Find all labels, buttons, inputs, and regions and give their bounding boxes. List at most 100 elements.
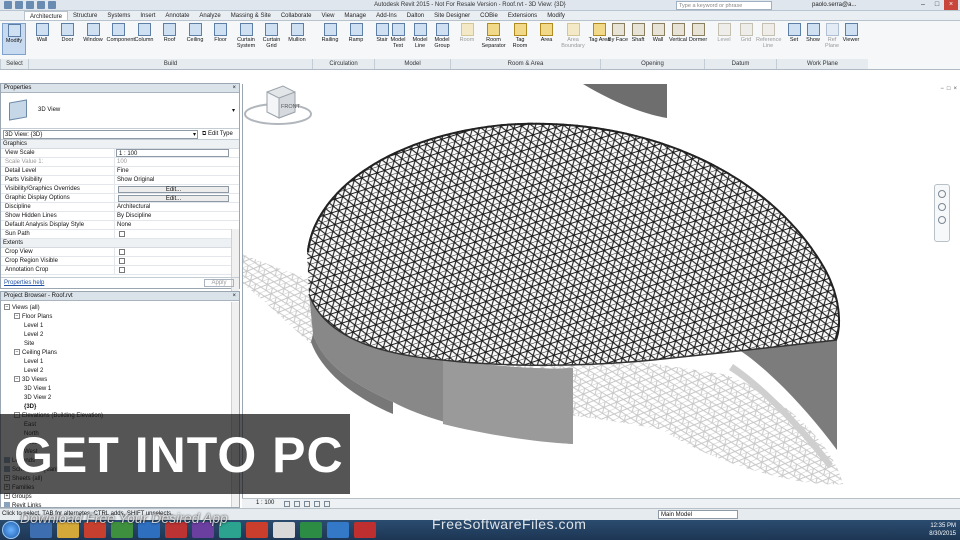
close-icon[interactable]: × <box>232 85 236 91</box>
ribbon-panel-label[interactable]: Work Plane <box>776 59 868 69</box>
browser-node[interactable]: + Groups <box>4 493 32 501</box>
property-value[interactable]: 1 : 100 <box>116 149 229 157</box>
system-tray[interactable]: 12:35 PM 8/30/2015 <box>929 522 956 538</box>
zoom-icon[interactable] <box>938 203 946 211</box>
room-button[interactable]: Room <box>455 23 479 55</box>
ramp-button[interactable]: Ramp <box>344 23 368 55</box>
type-selector[interactable]: 3D View ▾ <box>1 93 239 129</box>
property-row[interactable]: Sun Path <box>1 230 239 239</box>
browser-node[interactable]: 3D View 2 <box>24 394 51 402</box>
detail-level-icon[interactable] <box>284 501 290 507</box>
tab-manage[interactable]: Manage <box>339 11 371 20</box>
tab-view[interactable]: View <box>317 11 340 20</box>
room-separator-button[interactable]: Room Separator <box>482 23 506 55</box>
tag-room-button[interactable]: Tag Room <box>508 23 532 55</box>
property-row[interactable]: Scale Value 1: 100 <box>1 158 239 167</box>
properties-help-link[interactable]: Properties help <box>4 278 44 288</box>
tab-systems[interactable]: Systems <box>102 11 135 20</box>
navigation-bar[interactable] <box>934 184 950 242</box>
property-checkbox[interactable] <box>119 249 125 255</box>
property-value[interactable]: Show Original <box>115 176 239 184</box>
property-value[interactable]: Architectural <box>115 203 239 211</box>
tab-massing-site[interactable]: Massing & Site <box>226 11 276 20</box>
property-value[interactable] <box>115 248 239 256</box>
tab-insert[interactable]: Insert <box>135 11 160 20</box>
ceiling-button[interactable]: Ceiling <box>183 23 207 55</box>
edit-button[interactable]: Edit... <box>118 186 229 193</box>
model-line-button[interactable]: Model Line <box>408 23 432 55</box>
browser-node[interactable]: − Ceiling Plans <box>14 349 57 357</box>
collapse-icon[interactable]: − <box>4 304 10 311</box>
component-button[interactable]: Component <box>107 23 135 55</box>
browser-node[interactable]: Level 1 <box>24 322 43 330</box>
tab-annotate[interactable]: Annotate <box>160 11 194 20</box>
railing-button[interactable]: Railing <box>318 23 342 55</box>
property-value[interactable]: Edit... <box>115 185 239 193</box>
save-icon[interactable] <box>26 1 34 9</box>
revit-logo-icon[interactable] <box>4 1 12 9</box>
browser-node[interactable]: −3D Views <box>14 376 47 384</box>
reference-line-button[interactable]: Reference Line <box>756 23 781 55</box>
sun-path-checkbox[interactable] <box>119 231 125 237</box>
mullion-button[interactable]: Mullion <box>285 23 309 55</box>
tab-analyze[interactable]: Analyze <box>194 11 225 20</box>
property-value[interactable]: Fine <box>115 167 239 175</box>
property-value[interactable] <box>115 257 239 265</box>
door-button[interactable]: Door <box>56 23 80 55</box>
undo-icon[interactable] <box>37 1 45 9</box>
steering-wheel-icon[interactable] <box>938 190 946 198</box>
taskbar-app-icon[interactable] <box>327 522 349 538</box>
column-button[interactable]: Column <box>132 23 156 55</box>
window-button[interactable]: Window <box>81 23 105 55</box>
taskbar-app-icon[interactable] <box>246 522 268 538</box>
model-text-button[interactable]: Model Text <box>386 23 410 55</box>
curtain-grid-button[interactable]: Curtain Grid <box>260 23 284 55</box>
edit-button[interactable]: Edit... <box>118 195 229 202</box>
roof-model-3d[interactable] <box>243 84 960 508</box>
property-value[interactable]: Edit... <box>115 194 239 202</box>
maximize-button[interactable]: □ <box>930 0 944 10</box>
taskbar-app-icon[interactable] <box>300 522 322 538</box>
chevron-down-icon[interactable]: ▾ <box>232 107 235 114</box>
crop-view-icon[interactable] <box>324 501 330 507</box>
view-minimize-button[interactable]: − <box>940 86 944 92</box>
tab-add-ins[interactable]: Add-Ins <box>371 11 402 20</box>
browser-node[interactable]: Level 1 <box>24 358 43 366</box>
roof-button[interactable]: Roof <box>158 23 182 55</box>
active-model-selector[interactable]: Main Model <box>658 510 738 519</box>
dormer-button[interactable]: Dormer <box>686 23 710 55</box>
tab-structure[interactable]: Structure <box>68 11 102 20</box>
browser-node[interactable]: Level 2 <box>24 331 43 339</box>
grid-button[interactable]: Grid <box>734 23 758 55</box>
property-row[interactable]: Crop Region Visible <box>1 257 239 266</box>
browser-node[interactable]: {3D} <box>24 403 36 411</box>
view-restore-button[interactable]: □ <box>947 86 951 92</box>
ribbon-panel-label[interactable]: Circulation <box>312 59 374 69</box>
browser-node[interactable]: Site <box>24 340 34 348</box>
wall-button[interactable]: Wall <box>30 23 54 55</box>
expand-icon[interactable]: + <box>4 493 10 500</box>
property-row[interactable]: Discipline Architectural <box>1 203 239 212</box>
modify-button[interactable]: Modify <box>2 23 26 55</box>
property-row[interactable]: Graphic Display Options Edit... <box>1 194 239 203</box>
property-group-header[interactable]: Extents <box>1 239 239 248</box>
area-boundary-button[interactable]: Area Boundary <box>561 23 585 55</box>
tab-modify[interactable]: Modify <box>542 11 570 20</box>
collapse-icon[interactable]: − <box>14 376 20 383</box>
ribbon-panel-label[interactable]: Opening <box>600 59 704 69</box>
tab-site-designer[interactable]: Site Designer <box>429 11 475 20</box>
property-row[interactable]: Default Analysis Display Style None <box>1 221 239 230</box>
tab-extensions[interactable]: Extensions <box>503 11 542 20</box>
minimize-button[interactable]: – <box>916 0 930 10</box>
property-row[interactable]: Visibility/Graphics Overrides Edit... <box>1 185 239 194</box>
quick-access-toolbar[interactable] <box>4 1 56 9</box>
ribbon-panel-label[interactable]: Room & Area <box>450 59 600 69</box>
property-row[interactable]: Show Hidden Lines By Discipline <box>1 212 239 221</box>
close-button[interactable]: × <box>944 0 958 10</box>
taskbar-app-icon[interactable] <box>354 522 376 538</box>
browser-node[interactable]: 3D View 1 <box>24 385 51 393</box>
property-checkbox[interactable] <box>119 258 125 264</box>
shadows-icon[interactable] <box>314 501 320 507</box>
collapse-icon[interactable]: − <box>14 313 20 320</box>
level-button[interactable]: Level <box>712 23 736 55</box>
